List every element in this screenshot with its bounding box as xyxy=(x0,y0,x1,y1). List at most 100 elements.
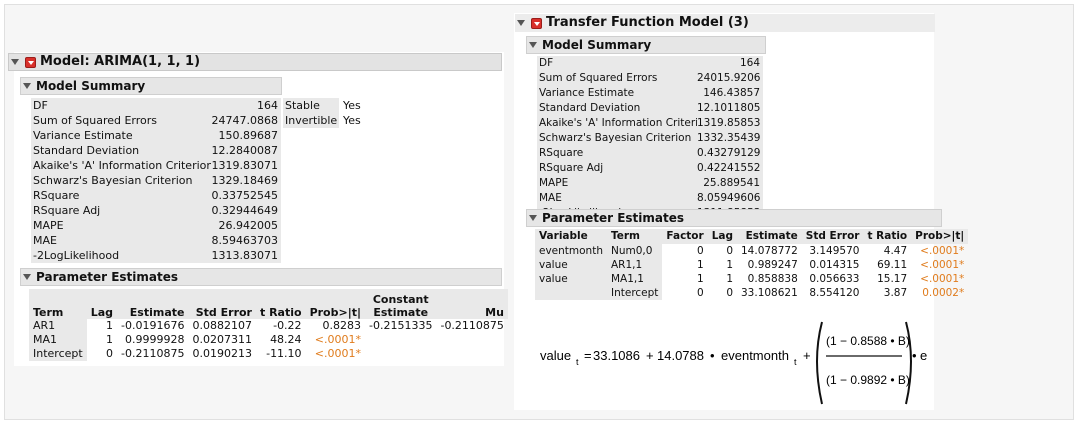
cell-estimate: 0.9999928 xyxy=(124,333,185,346)
cell-term: MA1,1 xyxy=(606,272,663,286)
table-row: MA1 1 0.9999928 0.0207311 48.24 <.0001* xyxy=(29,333,508,347)
summary-value: 146.43857 xyxy=(697,86,763,101)
cell-tratio: 69.11 xyxy=(877,259,908,271)
col-lag: Lag xyxy=(707,229,737,244)
cell-prob: <.0001* xyxy=(314,333,361,346)
summary-row: Akaike's 'A' Information Criterion 1319.8… xyxy=(537,116,763,131)
summary-label: Standard Deviation xyxy=(31,143,211,158)
summary-value: 8.59463703 xyxy=(211,233,281,248)
eq-numerator: (1 − 0.8588 • B) xyxy=(826,334,910,348)
summary-row: Variance Estimate 146.43857 xyxy=(537,86,763,101)
col-t-ratio: t Ratio xyxy=(863,229,912,244)
summary-label: RSquare xyxy=(537,146,697,161)
summary-value: 1319.83071 xyxy=(211,158,281,173)
cell-lag: 1 xyxy=(726,273,733,285)
summary-value: 12.2840087 xyxy=(211,143,281,158)
cell-mu: -0.2110875 xyxy=(440,319,504,332)
eq-intercept: 33.1086 xyxy=(593,348,640,363)
cell-tratio: 48.24 xyxy=(270,333,302,346)
summary-value: 1319.85853 xyxy=(697,116,763,131)
tf-summary-table: DF 164 Sum of Squared Errors 24015.9206 Vari… xyxy=(537,56,763,221)
disclosure-triangle-icon[interactable] xyxy=(23,83,31,89)
tf-parameter-estimates-header[interactable]: Parameter Estimates xyxy=(526,209,942,227)
col-factor: Factor xyxy=(662,229,708,244)
summary-label: Akaike's 'A' Information Criterion xyxy=(31,158,214,173)
summary-row: Standard Deviation 12.2840087 xyxy=(31,143,281,158)
table-row: Intercept 0 0 33.108621 8.554120 3.87 0.0002* xyxy=(535,286,968,300)
summary-label: RSquare Adj xyxy=(537,161,697,176)
transfer-function-outline-header[interactable]: Transfer Function Model (3) xyxy=(515,14,935,32)
eq-lhs: value xyxy=(540,348,571,363)
arima-model-summary-header[interactable]: Model Summary xyxy=(20,77,282,95)
cell-stderr: 0.056633 xyxy=(809,273,860,285)
cell-lag: 1 xyxy=(726,259,733,271)
summary-label: MAPE xyxy=(31,218,211,233)
transfer-function-equation: value t = 33.1086 + 14.0788 • eventmonth… xyxy=(540,321,927,405)
col-estimate: Estimate xyxy=(117,289,189,319)
disclosure-triangle-icon[interactable] xyxy=(11,59,19,65)
summary-row: Schwarz's Bayesian Criterion 1329.18469 xyxy=(31,173,281,188)
arima-parameter-estimates-header[interactable]: Parameter Estimates xyxy=(20,268,502,286)
summary-value: 8.05949606 xyxy=(697,191,763,206)
eq-plus-1: + xyxy=(646,348,654,363)
disclosure-triangle-icon[interactable] xyxy=(517,20,525,26)
summary-label: Sum of Squared Errors xyxy=(31,113,211,128)
cell-stderr: 0.0190213 xyxy=(192,347,252,360)
table-row: value AR1,1 1 1 0.989247 0.014315 69.11 <.0001* xyxy=(535,258,968,272)
summary-label: MAE xyxy=(31,233,211,248)
tf-parameter-table: Variable Term Factor Lag Estimate Std Er… xyxy=(535,229,969,300)
summary-label: MAE xyxy=(537,191,697,206)
col-constant-line2: Estimate xyxy=(373,306,429,319)
cell-term: Num0,0 xyxy=(606,244,663,258)
eq-coefficient: 14.0788 xyxy=(657,348,704,363)
cell-lag: 0 xyxy=(726,245,733,257)
col-variable: Variable xyxy=(535,229,607,244)
col-mu: Mu xyxy=(436,289,508,319)
cell-stderr: 0.0207311 xyxy=(192,333,252,346)
summary-value: 164 xyxy=(211,98,281,113)
cell-factor: 1 xyxy=(697,259,704,271)
col-std-error: Std Error xyxy=(801,229,864,244)
red-triangle-menu-icon[interactable] xyxy=(25,56,36,68)
summary-label: Schwarz's Bayesian Criterion xyxy=(537,131,697,146)
cell-variable xyxy=(535,286,607,300)
summary-value: 0.32944649 xyxy=(211,203,281,218)
eq-left-paren xyxy=(816,321,823,405)
summary-row: Sum of Squared Errors 24015.9206 xyxy=(537,71,763,86)
col-constant-line1: Constant xyxy=(372,293,429,306)
summary-row: DF 164 xyxy=(537,56,763,71)
summary-label: Standard Deviation xyxy=(537,101,697,116)
cell-const: -0.2151335 xyxy=(369,319,433,332)
summary-row: DF 164 xyxy=(31,98,281,113)
col-t-ratio: t Ratio xyxy=(255,289,306,319)
disclosure-triangle-icon[interactable] xyxy=(529,215,537,221)
disclosure-triangle-icon[interactable] xyxy=(529,42,537,48)
summary-label: MAPE xyxy=(537,176,697,191)
col-term: Term xyxy=(29,289,87,319)
tf-model-summary-header[interactable]: Model Summary xyxy=(526,36,766,54)
cell-const xyxy=(365,347,436,361)
stability-value: Yes xyxy=(343,99,361,112)
summary-label: Sum of Squared Errors xyxy=(537,71,697,86)
summary-row: Sum of Squared Errors 24747.0868 xyxy=(31,113,281,128)
col-std-error: Std Error xyxy=(188,289,256,319)
cell-term: Intercept xyxy=(606,286,663,300)
cell-factor: 0 xyxy=(697,287,704,299)
stability-value: Yes xyxy=(343,114,361,127)
disclosure-triangle-icon[interactable] xyxy=(23,274,31,280)
cell-lag: 0 xyxy=(106,347,114,360)
cell-prob: <.0001* xyxy=(920,259,965,271)
eq-subscript-t: t xyxy=(576,357,579,367)
cell-const xyxy=(365,333,436,347)
arima-outline-header[interactable]: Model: ARIMA(1, 1, 1) xyxy=(8,53,502,71)
stability-row: Invertible Yes xyxy=(283,113,369,128)
cell-stderr: 0.0882107 xyxy=(192,319,252,332)
cell-term: AR1 xyxy=(29,319,87,333)
cell-tratio: 15.17 xyxy=(877,273,908,285)
red-triangle-menu-icon[interactable] xyxy=(531,17,542,29)
summary-label: RSquare xyxy=(31,188,211,203)
summary-row: MAPE 25.889541 xyxy=(537,176,763,191)
cell-tratio: 3.87 xyxy=(883,287,908,299)
summary-label: Schwarz's Bayesian Criterion xyxy=(31,173,211,188)
summary-label: Akaike's 'A' Information Criterion xyxy=(537,116,712,131)
